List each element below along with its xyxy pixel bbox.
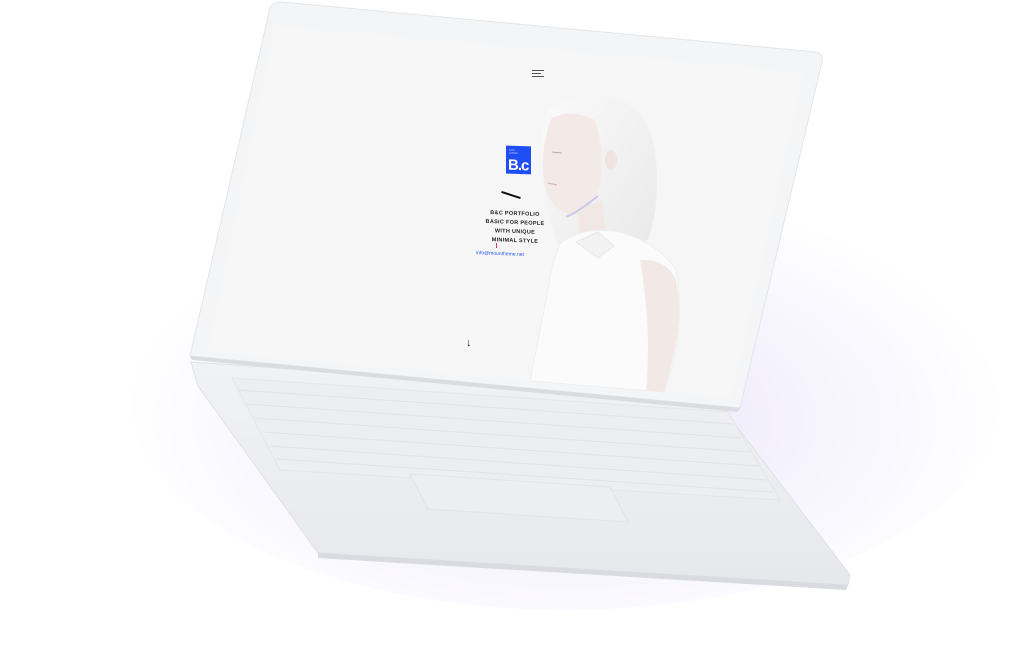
hamburger-menu-icon[interactable] bbox=[532, 70, 546, 79]
hero-tagline: B&C Portfolio Basic for people with uniq… bbox=[470, 208, 560, 248]
accent-tick bbox=[496, 243, 497, 248]
laptop-base bbox=[190, 361, 851, 590]
laptop-mockup bbox=[189, 1, 851, 590]
arrow-down-icon[interactable]: ↓ bbox=[466, 338, 472, 349]
mockup-stage: basic portfolio B.c B&C Portfolio Basic … bbox=[0, 0, 1026, 670]
logo-small-text: basic portfolio bbox=[509, 148, 518, 155]
logo-mark: B.c bbox=[508, 156, 529, 175]
laptop-lid bbox=[189, 1, 823, 412]
brand-logo[interactable]: basic portfolio B.c bbox=[506, 145, 531, 175]
